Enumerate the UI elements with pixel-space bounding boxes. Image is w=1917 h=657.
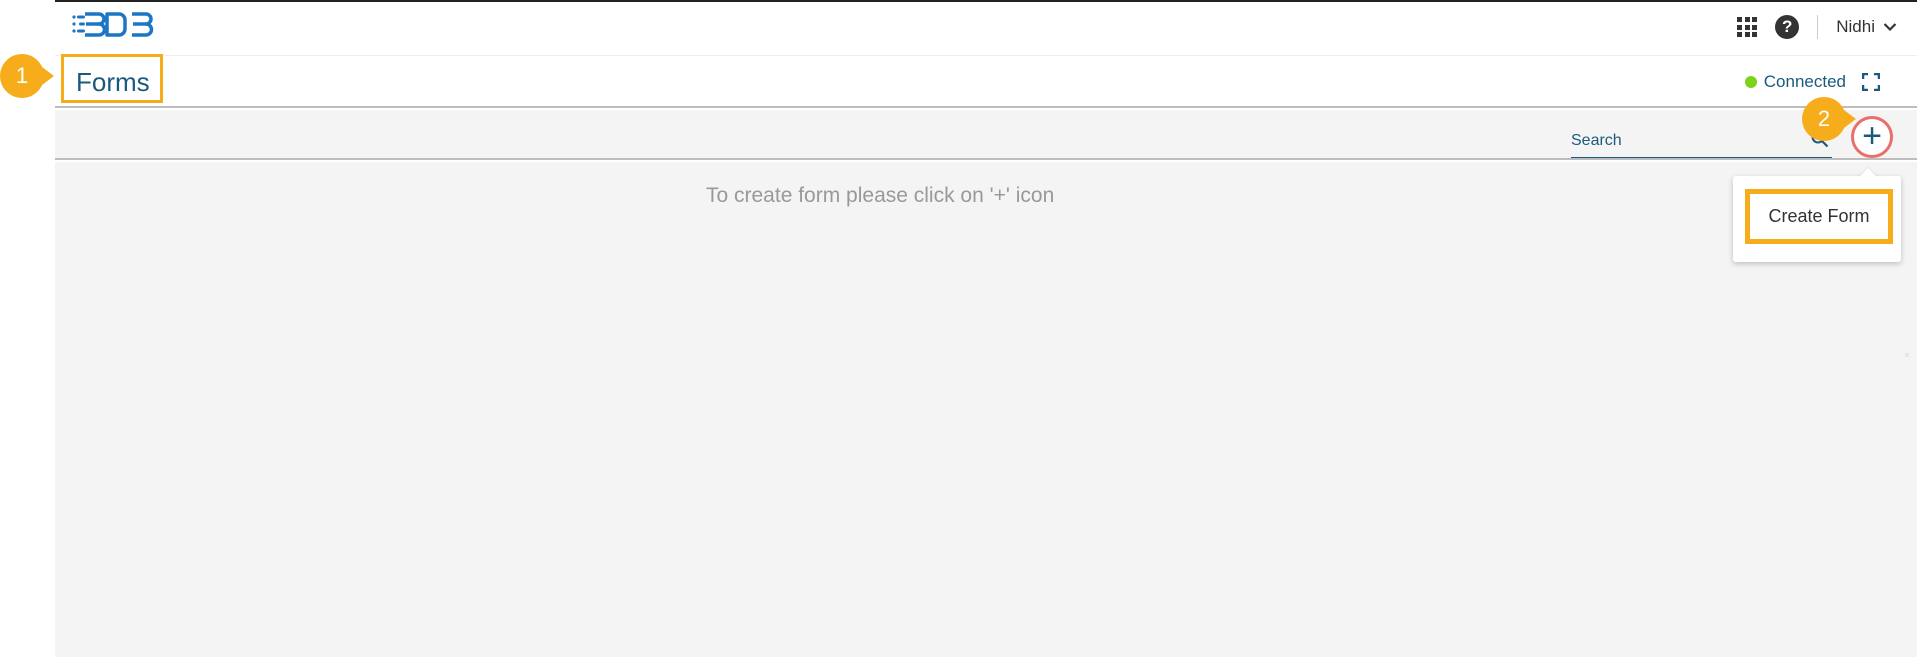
edge-marker [1905,353,1909,357]
forms-content-area [55,162,1917,657]
page-title-bar [55,56,1917,108]
search-box [1571,126,1832,158]
status-text: Connected [1763,72,1846,91]
chevron-down-icon [1883,23,1897,32]
plus-icon: + [1862,116,1882,155]
apps-grid-icon[interactable] [1737,17,1758,37]
help-icon[interactable]: ? [1775,15,1800,39]
bdb-logo[interactable] [71,10,159,45]
add-form-button[interactable]: + [1851,116,1893,158]
connection-status: Connected [1744,72,1846,92]
user-menu[interactable]: Nidhi [1836,17,1897,37]
header-separator [1817,15,1819,39]
user-name: Nidhi [1836,17,1875,36]
callout-number: 1 [0,54,44,98]
annotation-callout-2: 2 [1802,97,1856,141]
search-input[interactable] [1571,129,1791,153]
annotation-highlight-title [61,54,163,103]
annotation-callout-1: 1 [0,54,54,98]
fullscreen-icon[interactable] [1861,72,1881,96]
callout-number: 2 [1802,97,1846,141]
create-form-menu-item[interactable]: Create Form [1745,189,1893,244]
status-dot [1744,76,1757,88]
dropdown-arrow [1858,168,1878,178]
left-gutter [0,0,55,657]
header-actions: ? Nidhi [1737,10,1897,44]
top-header [55,0,1917,55]
app-window: ? Nidhi Forms Connected + To create form [0,0,1917,657]
empty-state-message: To create form please click on '+' icon [706,184,1055,207]
bdb-logo-icon [72,12,154,37]
